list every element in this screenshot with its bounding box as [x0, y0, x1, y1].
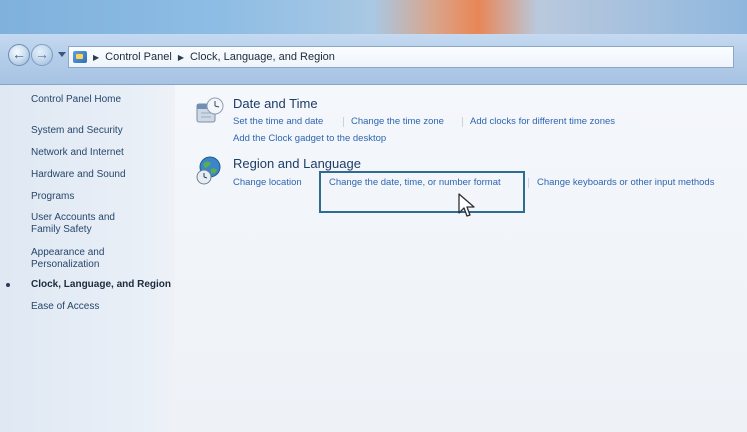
- window-title-strip: [0, 0, 747, 34]
- link-add-clock-gadget[interactable]: Add the Clock gadget to the desktop: [233, 133, 386, 144]
- sidebar-item-user-accounts[interactable]: User Accounts and Family Safety: [31, 212, 146, 236]
- category-title-region-language[interactable]: Region and Language: [233, 156, 361, 171]
- breadcrumb-separator-icon[interactable]: ▶: [178, 53, 184, 62]
- highlight-box: [319, 171, 525, 213]
- link-change-keyboards[interactable]: Change keyboards or other input methods: [537, 177, 714, 188]
- sidebar-item-control-panel-home[interactable]: Control Panel Home: [31, 94, 171, 106]
- back-button[interactable]: ←: [8, 44, 30, 66]
- sidebar-item-clock-language-region[interactable]: Clock, Language, and Region: [31, 279, 171, 291]
- address-bar: ← → ▶ Control Panel ▶ Clock, Language, a…: [0, 34, 747, 85]
- link-divider: [343, 117, 344, 127]
- current-page-bullet-icon: [6, 283, 10, 287]
- sidebar: Control Panel Home System and Security N…: [0, 85, 175, 432]
- sidebar-item-network-internet[interactable]: Network and Internet: [31, 147, 171, 159]
- breadcrumb-clock-language-region[interactable]: Clock, Language, and Region: [190, 51, 335, 63]
- sidebar-item-hardware-sound[interactable]: Hardware and Sound: [31, 169, 171, 181]
- globe-clock-icon[interactable]: [195, 155, 225, 185]
- forward-button[interactable]: →: [31, 44, 53, 66]
- link-add-clocks[interactable]: Add clocks for different time zones: [470, 116, 615, 127]
- address-breadcrumb-box[interactable]: ▶ Control Panel ▶ Clock, Language, and R…: [68, 46, 734, 68]
- sidebar-item-appearance[interactable]: Appearance and Personalization: [31, 247, 131, 271]
- control-panel-icon: [73, 51, 87, 63]
- link-change-location[interactable]: Change location: [233, 177, 302, 188]
- link-change-time-zone[interactable]: Change the time zone: [351, 116, 444, 127]
- link-divider: [528, 178, 529, 188]
- mouse-pointer-icon: [458, 193, 475, 217]
- breadcrumb-control-panel[interactable]: Control Panel: [105, 51, 172, 63]
- forward-arrow-icon: →: [35, 46, 49, 62]
- control-panel-content: Control Panel Home System and Security N…: [0, 85, 747, 432]
- clock-calendar-icon[interactable]: [195, 95, 225, 125]
- sidebar-item-system-security[interactable]: System and Security: [31, 125, 171, 137]
- link-set-time-date[interactable]: Set the time and date: [233, 116, 323, 127]
- sidebar-item-programs[interactable]: Programs: [31, 191, 171, 203]
- sidebar-item-ease-of-access[interactable]: Ease of Access: [31, 301, 171, 313]
- breadcrumb-separator-icon[interactable]: ▶: [93, 53, 99, 62]
- back-arrow-icon: ←: [12, 46, 26, 62]
- recent-pages-dropdown-icon[interactable]: [58, 52, 66, 57]
- category-title-date-time[interactable]: Date and Time: [233, 96, 318, 111]
- link-divider: [462, 117, 463, 127]
